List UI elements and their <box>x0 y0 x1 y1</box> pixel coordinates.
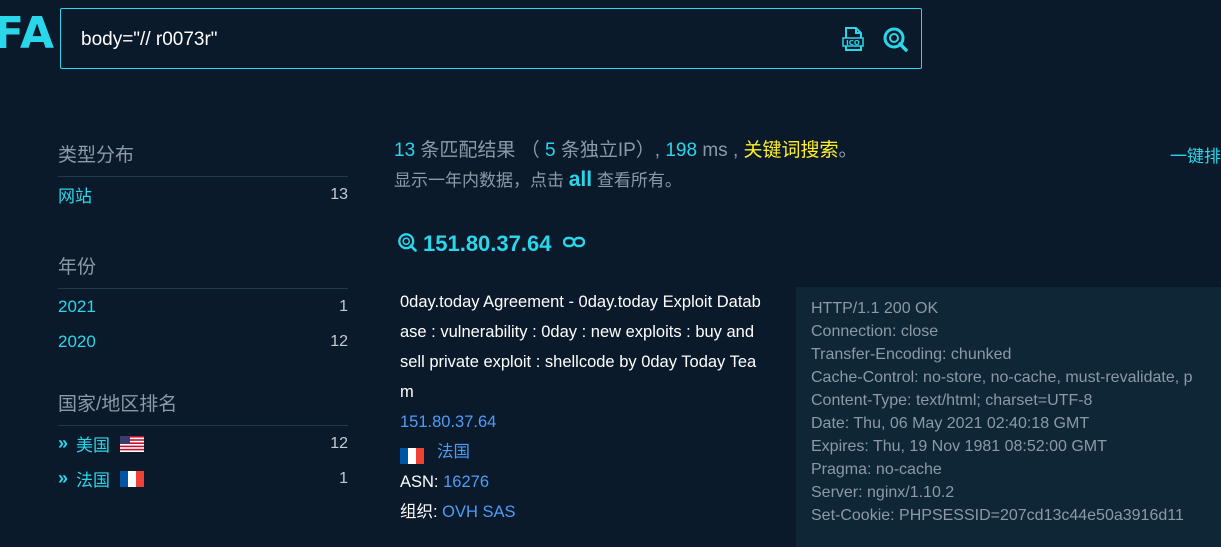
filter-item-2021[interactable]: 2021 1 <box>58 289 348 324</box>
elapsed-ms: 198 <box>665 140 698 161</box>
result-title: 0day.today Agreement - 0day.today Exploi… <box>400 293 761 401</box>
org-label: 组织: <box>400 503 443 521</box>
result-header: 151.80.37.64 <box>397 231 586 257</box>
all-link[interactable]: all <box>569 168 592 191</box>
header-line: Transfer-Encoding: chunked <box>811 346 1012 363</box>
search-input[interactable] <box>79 25 823 55</box>
result-ip-link[interactable]: 151.80.37.64 <box>400 407 762 437</box>
filter-count: 12 <box>330 332 348 350</box>
result-location: 法国 <box>400 437 762 467</box>
elapsed-ms-label: ms , <box>697 140 739 161</box>
filter-count: 1 <box>339 469 348 487</box>
us-flag-icon <box>120 435 145 452</box>
unique-ip-count: 5 <box>544 140 556 161</box>
search-bar: ICO <box>60 8 922 69</box>
filter-item-france[interactable]: » 法国 1 <box>58 461 348 496</box>
ico-file-icon[interactable]: ICO <box>840 26 866 52</box>
result-summary: 13 条匹配结果 （ 5 条独立IP）, 198 ms , 关键词搜索。 <box>394 135 858 162</box>
search-icon[interactable] <box>882 26 908 52</box>
match-count: 13 <box>394 140 416 161</box>
chevron-right-icon: » <box>58 433 69 453</box>
filter-item-usa[interactable]: » 美国 12 <box>58 426 348 461</box>
unique-ip-label: 条独立IP）, <box>555 140 661 161</box>
result-country-link[interactable]: 法国 <box>437 437 470 467</box>
match-count-label: 条匹配结果 （ <box>415 140 540 161</box>
svg-text:ICO: ICO <box>846 39 860 47</box>
section-title-type: 类型分布 <box>58 145 135 166</box>
chevron-right-icon: » <box>58 468 69 488</box>
org-link[interactable]: OVH SAS <box>442 503 515 521</box>
keyword-search-link[interactable]: 关键词搜索 <box>744 140 839 161</box>
filter-label: 网站 <box>58 187 92 206</box>
one-year-notice: 显示一年内数据，点击 all 查看所有。 <box>394 166 682 192</box>
http-headers-panel: HTTP/1.1 200 OK Connection: close Transf… <box>796 287 1221 547</box>
fr-flag-icon <box>400 444 424 464</box>
header-line: HTTP/1.1 200 OK <box>811 300 939 317</box>
filter-count: 12 <box>330 434 348 452</box>
asn-link[interactable]: 16276 <box>443 473 489 491</box>
header-line: Pragma: no-cache <box>811 461 942 478</box>
logo[interactable]: FA <box>0 8 55 59</box>
result-info: 0day.today Agreement - 0day.today Exploi… <box>400 287 762 527</box>
header-line: Connection: close <box>811 323 939 340</box>
header-line: Content-Type: text/html; charset=UTF-8 <box>811 392 1093 409</box>
filter-label: 法国 <box>76 471 111 490</box>
period: 。 <box>838 140 858 161</box>
result-org: 组织: OVH SAS <box>400 497 762 527</box>
result-asn: ASN: 16276 <box>400 467 762 497</box>
section-title-year: 年份 <box>58 257 97 278</box>
sidebar: 类型分布 网站 13 年份 2021 1 2020 12 国家/地区排名 » 美… <box>58 140 348 496</box>
header-line: Date: Thu, 06 May 2021 02:40:18 GMT <box>811 415 1090 432</box>
section-title-country: 国家/地区排名 <box>58 394 178 415</box>
filter-count: 13 <box>330 185 348 203</box>
header-line: Server: nginx/1.10.2 <box>811 484 955 501</box>
notice-suffix: 查看所有。 <box>592 171 682 190</box>
filter-count: 1 <box>339 297 348 315</box>
fr-flag-icon <box>120 470 145 487</box>
filter-item-2020[interactable]: 2020 12 <box>58 324 348 359</box>
result-ip[interactable]: 151.80.37.64 <box>423 231 551 257</box>
filter-item-website[interactable]: 网站 13 <box>58 177 348 212</box>
header-line: Cache-Control: no-store, no-cache, must-… <box>811 369 1193 386</box>
filter-label: 美国 <box>76 436 111 455</box>
filter-label: 2020 <box>58 331 96 351</box>
asn-label: ASN: <box>400 473 444 491</box>
search-icon[interactable] <box>397 232 417 257</box>
one-key-sort-link[interactable]: 一键排 <box>1170 142 1221 167</box>
link-icon[interactable] <box>563 235 586 253</box>
notice-prefix: 显示一年内数据，点击 <box>394 171 569 190</box>
header-line: Set-Cookie: PHPSESSID=207cd13c44e50a3916… <box>811 507 1184 524</box>
filter-label: 2021 <box>58 296 96 316</box>
header-line: Expires: Thu, 19 Nov 1981 08:52:00 GMT <box>811 438 1107 455</box>
